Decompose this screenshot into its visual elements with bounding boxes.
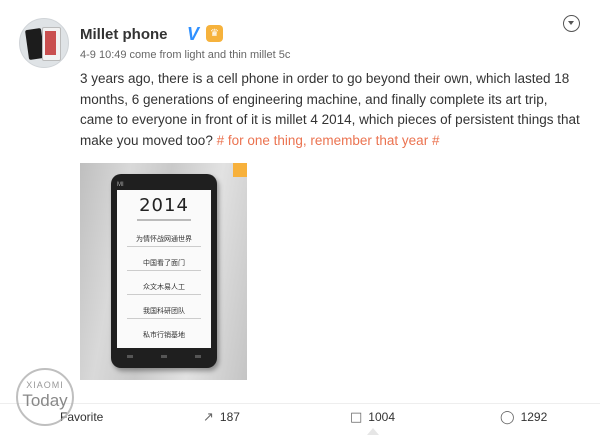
comment-count: 1004: [368, 410, 395, 424]
topic-link[interactable]: # for one thing, remember that year #: [217, 133, 440, 148]
verified-icon: V: [187, 24, 200, 44]
comment-button[interactable]: □ 1004: [350, 410, 395, 425]
screen-row: 众文木易人工: [143, 284, 185, 291]
screen-divider: [127, 294, 201, 295]
comment-caret: [367, 428, 379, 435]
post-meta: 4-9 10:49 come from light and thin mille…: [80, 49, 291, 61]
screen-divider: [127, 246, 201, 247]
screen-subtitle-line: [137, 219, 191, 221]
watermark-line2: Today: [22, 391, 68, 410]
post-text: 3 years ago, there is a cell phone in or…: [80, 69, 580, 151]
screen-row: 中国看了面门: [143, 260, 185, 267]
weibo-post-card: Millet phone V ♛ 4-9 10:49 come from lig…: [0, 0, 600, 435]
phone-keys: [127, 355, 201, 359]
image-corner-tag: [233, 163, 247, 177]
author-avatar[interactable]: [19, 18, 69, 68]
like-button[interactable]: ◯ 1292: [500, 410, 547, 425]
post-image[interactable]: MI 2014 为情怀战网通世界 中国看了面门 众文木易人工 我国科研团队 私市…: [80, 163, 247, 380]
author-name[interactable]: Millet phone: [80, 26, 168, 43]
screen-row: 为情怀战网通世界: [136, 236, 192, 243]
member-badge-icon: ♛: [206, 25, 223, 42]
forward-icon: ↗: [203, 410, 214, 425]
screen-divider: [127, 318, 201, 319]
screen-row: 我国科研团队: [143, 308, 185, 315]
phone-screen: 2014 为情怀战网通世界 中国看了面门 众文木易人工 我国科研团队 私市行销基…: [117, 190, 211, 348]
forward-button[interactable]: ↗ 187: [203, 410, 240, 425]
screen-divider: [127, 270, 201, 271]
chevron-circle-icon[interactable]: [563, 15, 580, 32]
action-bar: Favorite ↗ 187 □ 1004 ◯ 1292: [0, 403, 600, 436]
forward-count: 187: [219, 410, 240, 424]
like-icon: ◯: [500, 410, 515, 425]
like-count: 1292: [520, 410, 548, 424]
screen-row: 私市行销基地: [143, 332, 185, 339]
avatar-phone-screen: [45, 31, 56, 55]
watermark-line1: XIAOMI: [26, 380, 64, 390]
watermark-logo: XIAOMI Today: [16, 368, 74, 426]
comment-icon: □: [350, 410, 363, 425]
screen-year: 2014: [139, 195, 189, 216]
phone-illustration: MI 2014 为情怀战网通世界 中国看了面门 众文木易人工 我国科研团队 私市…: [111, 174, 217, 368]
phone-logo: MI: [117, 182, 124, 188]
